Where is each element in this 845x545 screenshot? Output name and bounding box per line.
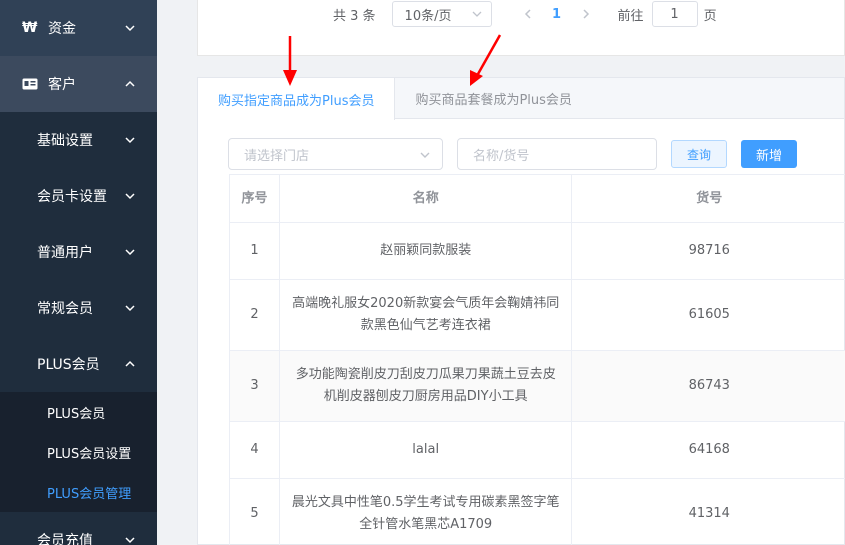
- cell-name: 赵丽颖同款服装: [280, 223, 573, 279]
- sidebar-item-customer[interactable]: 客户: [0, 56, 157, 112]
- cell-index: 3: [230, 351, 280, 421]
- page-size-select[interactable]: 10条/页: [391, 1, 492, 27]
- store-select[interactable]: 请选择门店: [228, 138, 443, 170]
- cell-index: 1: [230, 223, 280, 279]
- name-sku-placeholder: 名称/货号: [473, 148, 530, 164]
- sidebar-item-label: PLUS会员管理: [47, 486, 132, 502]
- won-icon: ₩: [22, 20, 38, 36]
- cell-sku: 41314: [688, 506, 730, 521]
- sidebar-item-standard-members[interactable]: 常规会员: [0, 280, 157, 336]
- plus-goods-card: 购买指定商品成为Plus会员 购买商品套餐成为Plus会员 请选择门店 名称/货…: [197, 77, 845, 545]
- cell-index: 2: [230, 280, 280, 350]
- store-select-placeholder: 请选择门店: [244, 148, 310, 164]
- chevron-down-icon: [125, 537, 135, 544]
- chevron-up-icon: [125, 360, 135, 367]
- cell-sku: 64168: [688, 442, 730, 457]
- table-row[interactable]: 3 多功能陶瓷削皮刀刮皮刀瓜果刀果蔬土豆去皮机削皮器刨皮刀厨房用品DIY小工具 …: [230, 351, 845, 422]
- cell-name: 高端晚礼服女2020新款宴会气质年会鞠婧祎同款黑色仙气艺考连衣裙: [280, 280, 573, 350]
- chevron-left-icon: [524, 9, 531, 19]
- sidebar-item-plus-members[interactable]: PLUS会员: [0, 336, 157, 392]
- goods-table: 序号 名称 货号 1 赵丽颖同款服装 98716 2 高端晚礼服女2020新款宴…: [229, 174, 845, 545]
- sidebar-item-label: PLUS会员: [37, 357, 100, 373]
- cell-sku: 61605: [688, 307, 730, 322]
- tab-bar: 购买指定商品成为Plus会员 购买商品套餐成为Plus会员: [198, 78, 844, 120]
- sidebar-item-label: 常规会员: [37, 301, 93, 317]
- page-size-value: 10条/页: [404, 8, 452, 24]
- cell-index: 4: [230, 422, 280, 478]
- next-page-button[interactable]: [572, 1, 600, 27]
- goto-suffix: 页: [703, 8, 717, 24]
- tab-specified-goods[interactable]: 购买指定商品成为Plus会员: [198, 78, 396, 120]
- header-name: 名称: [280, 175, 573, 222]
- chevron-down-icon: [125, 305, 135, 312]
- prev-page-button[interactable]: [514, 1, 542, 27]
- chevron-down-icon: [472, 11, 482, 17]
- chevron-down-icon: [125, 193, 135, 200]
- table-row[interactable]: 4 lalal 64168: [230, 422, 845, 479]
- chevron-right-icon: [583, 9, 589, 19]
- header-index: 序号: [230, 175, 280, 222]
- sidebar-item-plus-settings[interactable]: PLUS会员设置: [0, 432, 157, 472]
- cell-name: lalal: [280, 422, 573, 478]
- header-sku: 货号: [696, 190, 723, 206]
- sidebar: ₩ 资金 客户 基础设置 会员卡设置 普通用户 常规会员 PLUS会员 PLUS…: [0, 0, 157, 545]
- filter-toolbar: 请选择门店 名称/货号 查询 新增: [228, 138, 797, 170]
- sidebar-item-label: 客户: [48, 77, 76, 93]
- sidebar-item-member-recharge[interactable]: 会员充值: [0, 512, 157, 545]
- tab-goods-package[interactable]: 购买商品套餐成为Plus会员: [395, 78, 591, 119]
- sidebar-item-label: 普通用户: [37, 245, 93, 261]
- id-card-icon: [22, 78, 40, 90]
- sidebar-item-regular-users[interactable]: 普通用户: [0, 224, 157, 280]
- table-row[interactable]: 5 晨光文具中性笔0.5学生考试专用碳素黑签字笔全针管水笔黑芯A1709 413…: [230, 479, 845, 545]
- cell-index: 5: [230, 479, 280, 545]
- sidebar-item-plus-member[interactable]: PLUS会员: [0, 392, 157, 432]
- pagination-card: 共 3 条 10条/页 1 前往 1 页: [197, 0, 845, 56]
- sidebar-item-label: 会员充值: [37, 533, 93, 545]
- cell-sku: 98716: [688, 243, 730, 258]
- goto-page-value: 1: [670, 6, 679, 22]
- cell-sku: 86743: [688, 378, 730, 393]
- chevron-down-icon: [125, 137, 135, 144]
- cell-name: 多功能陶瓷削皮刀刮皮刀瓜果刀果蔬土豆去皮机削皮器刨皮刀厨房用品DIY小工具: [280, 351, 573, 421]
- page-number-current[interactable]: 1: [542, 7, 572, 22]
- chevron-up-icon: [125, 80, 135, 87]
- table-header-row: 序号 名称 货号: [230, 175, 845, 223]
- sidebar-item-label: PLUS会员设置: [47, 446, 132, 462]
- sidebar-item-label: 会员卡设置: [37, 189, 107, 205]
- sidebar-item-plus-management[interactable]: PLUS会员管理: [0, 472, 157, 512]
- query-button[interactable]: 查询: [671, 140, 727, 168]
- cell-name: 晨光文具中性笔0.5学生考试专用碳素黑签字笔全针管水笔黑芯A1709: [280, 479, 573, 545]
- sidebar-item-label: 资金: [48, 21, 76, 37]
- chevron-down-icon: [125, 25, 135, 32]
- content-gutter: [157, 0, 197, 545]
- goto-label: 前往: [617, 8, 644, 24]
- sidebar-item-label: 基础设置: [37, 133, 93, 149]
- sidebar-item-basic-settings[interactable]: 基础设置: [0, 112, 157, 168]
- add-button[interactable]: 新增: [741, 140, 797, 168]
- sidebar-item-label: PLUS会员: [47, 406, 106, 422]
- name-sku-input[interactable]: 名称/货号: [457, 138, 657, 170]
- table-row[interactable]: 2 高端晚礼服女2020新款宴会气质年会鞠婧祎同款黑色仙气艺考连衣裙 61605: [230, 280, 845, 351]
- chevron-down-icon: [125, 249, 135, 256]
- sidebar-item-funds[interactable]: ₩ 资金: [0, 0, 157, 56]
- chevron-down-icon: [420, 152, 430, 158]
- table-row[interactable]: 1 赵丽颖同款服装 98716: [230, 223, 845, 280]
- pagination-total: 共 3 条: [333, 8, 376, 24]
- sidebar-item-card-settings[interactable]: 会员卡设置: [0, 168, 157, 224]
- pagination: 共 3 条 10条/页 1 前往 1 页: [333, 0, 717, 28]
- goto-page-input[interactable]: 1: [651, 1, 698, 27]
